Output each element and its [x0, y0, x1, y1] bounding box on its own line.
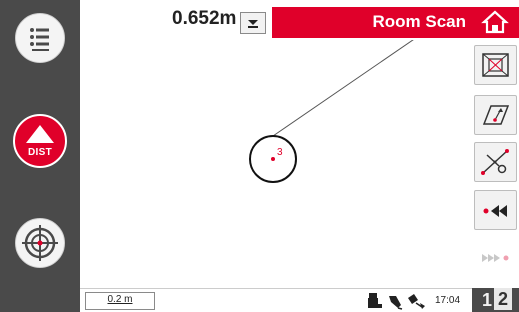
- crosshair-target-icon: [22, 225, 58, 261]
- rewind-icon: [483, 205, 507, 217]
- plane-button[interactable]: [474, 95, 517, 135]
- dist-measure-icon: [26, 125, 54, 143]
- probe-icon: [389, 296, 403, 310]
- drawing-canvas[interactable]: 3: [80, 40, 472, 288]
- page-title: Room Scan: [372, 12, 466, 31]
- point-dot: [271, 157, 275, 161]
- dist-button[interactable]: DIST: [13, 114, 67, 168]
- home-button[interactable]: [472, 7, 519, 38]
- connection-icon: [408, 294, 425, 309]
- plane-icon: [482, 105, 510, 125]
- page-indicator[interactable]: 1 2: [472, 288, 519, 312]
- chevron-down-icon: [248, 20, 258, 28]
- status-time: 17:04: [435, 295, 461, 306]
- page-1-label: 1: [482, 290, 493, 310]
- left-toolbar: DIST: [0, 0, 80, 312]
- list-menu-icon: [30, 28, 49, 51]
- battery-icon: [368, 293, 382, 308]
- rewind-button[interactable]: [474, 190, 517, 230]
- status-bar: 0.2 m 17:04: [80, 288, 472, 312]
- target-button[interactable]: [15, 218, 65, 268]
- room-view-button[interactable]: [474, 45, 517, 85]
- scale-indicator: 0.2 m: [85, 292, 155, 310]
- point-label: 3: [277, 147, 283, 158]
- dist-label: DIST: [28, 147, 52, 158]
- right-toolbar: [472, 0, 519, 312]
- unit-dropdown[interactable]: [240, 12, 266, 34]
- measurement-line: [272, 40, 414, 137]
- room-view-icon: [482, 53, 509, 77]
- canvas-svg: 3: [249, 40, 414, 183]
- measurement-value: 0.652m: [172, 8, 237, 29]
- home-icon: [481, 10, 509, 34]
- tools-button[interactable]: [474, 142, 517, 182]
- page-2-label: 2: [494, 288, 512, 310]
- forward-icon: [482, 254, 509, 262]
- title-bar: Room Scan: [272, 7, 472, 38]
- forward-button[interactable]: [474, 240, 517, 276]
- scissors-tools-icon: [481, 149, 509, 175]
- scale-label: 0.2 m: [107, 294, 133, 305]
- menu-button[interactable]: [15, 13, 65, 63]
